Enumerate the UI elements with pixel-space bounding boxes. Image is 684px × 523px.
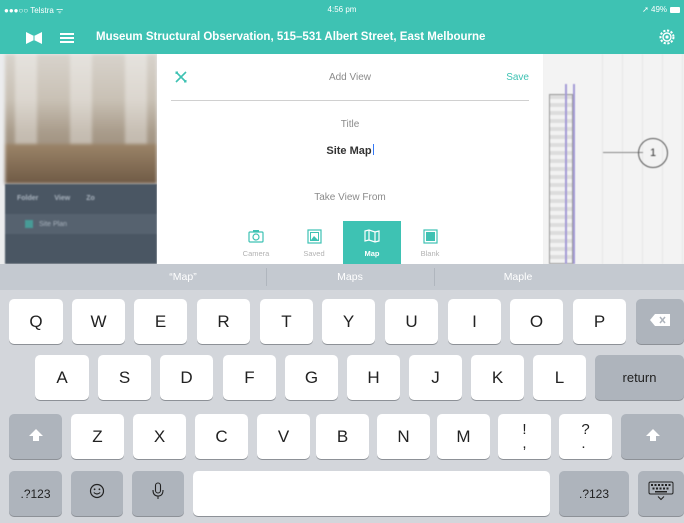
key-f[interactable]: F — [223, 355, 276, 400]
source-blank-label: Blank — [420, 249, 440, 258]
source-map-label: Map — [364, 249, 380, 258]
key-c[interactable]: C — [195, 414, 248, 459]
key-r[interactable]: R — [197, 299, 250, 344]
add-view-dialog: Add View Save Title Site Map Take View F… — [157, 54, 543, 264]
key-o[interactable]: O — [510, 299, 563, 344]
return-key[interactable]: return — [595, 355, 684, 400]
app-logo-icon[interactable] — [25, 30, 43, 50]
app-header: Museum Structural Observation, 515–531 A… — [0, 22, 684, 54]
key-m[interactable]: M — [437, 414, 490, 459]
hide-keyboard-key[interactable] — [638, 471, 684, 516]
key-v[interactable]: V — [257, 414, 310, 459]
title-input[interactable]: Site Map — [157, 144, 543, 157]
dictation-key[interactable] — [132, 471, 184, 516]
key-s[interactable]: S — [98, 355, 151, 400]
backspace-key[interactable] — [636, 299, 684, 344]
shift-right-key[interactable] — [621, 414, 684, 459]
key-n[interactable]: N — [377, 414, 430, 459]
source-saved-button[interactable]: Saved — [285, 221, 343, 264]
numbers-key-left[interactable]: .?123 — [9, 471, 62, 516]
numbers-key-right[interactable]: .?123 — [559, 471, 629, 516]
title-label: Title — [340, 119, 360, 130]
key-g[interactable]: G — [285, 355, 338, 400]
folder-row: Site Plan — [5, 214, 157, 234]
battery-status: ➚ 49% — [642, 5, 680, 14]
zoom-column-header: Zo — [86, 194, 95, 202]
plan-drawing: 1 — [543, 54, 684, 264]
key-k[interactable]: K — [471, 355, 524, 400]
key-p[interactable]: P — [573, 299, 626, 344]
key-z[interactable]: Z — [71, 414, 124, 459]
dialog-title: Add View — [328, 72, 372, 83]
key-y[interactable]: Y — [322, 299, 375, 344]
title-input-value: Site Map — [326, 145, 372, 157]
key-e[interactable]: E — [134, 299, 187, 344]
saved-image-icon — [306, 228, 322, 244]
emoji-icon — [89, 483, 105, 504]
key-t[interactable]: T — [260, 299, 313, 344]
page-title: Museum Structural Observation, 515–531 A… — [96, 31, 486, 43]
shift-icon — [645, 427, 661, 447]
shift-left-key[interactable] — [9, 414, 62, 459]
key-h[interactable]: H — [347, 355, 400, 400]
key-question-period[interactable]: ? . — [559, 414, 612, 459]
battery-icon — [670, 6, 680, 13]
key-i[interactable]: I — [448, 299, 501, 344]
source-saved-label: Saved — [303, 249, 325, 258]
plan-marker: 1 — [638, 138, 668, 168]
suggestion-literal[interactable]: “Map” — [100, 264, 266, 290]
keyboard-dismiss-icon — [648, 481, 674, 506]
key-d[interactable]: D — [160, 355, 213, 400]
source-camera-label: Camera — [242, 249, 270, 258]
key-q[interactable]: Q — [9, 299, 63, 344]
folder-row-label: Site Plan — [39, 220, 68, 228]
view-source-picker: Camera Saved Map Blank — [227, 221, 459, 264]
clock: 4:56 pm — [327, 5, 357, 14]
menu-icon[interactable] — [60, 31, 74, 49]
take-view-from-label: Take View From — [314, 192, 386, 203]
map-icon — [364, 228, 380, 244]
folder-column-header: Folder — [17, 194, 39, 202]
divider — [171, 100, 529, 101]
on-screen-keyboard: Q W E R T Y U I O P A S D F G H J K L re… — [0, 290, 684, 523]
key-x[interactable]: X — [133, 414, 186, 459]
suggestion-bar: “Map” Maps Maple — [0, 264, 684, 290]
settings-gear-icon[interactable] — [658, 28, 676, 51]
battery-percent: ➚ 49% — [642, 5, 667, 14]
folder-panel: Folder View Zo Site Plan — [5, 184, 157, 264]
camera-icon — [248, 228, 264, 244]
gallery-photo — [5, 54, 157, 184]
key-l[interactable]: L — [533, 355, 586, 400]
suggestion-maps[interactable]: Maps — [266, 264, 434, 290]
save-button[interactable]: Save — [506, 72, 529, 83]
key-j[interactable]: J — [409, 355, 462, 400]
source-blank-button[interactable]: Blank — [401, 221, 459, 264]
text-cursor — [372, 144, 374, 155]
key-w[interactable]: W — [72, 299, 125, 344]
microphone-icon — [152, 482, 164, 505]
backspace-icon — [649, 312, 671, 332]
key-exclaim-comma[interactable]: ! , — [498, 414, 551, 459]
source-camera-button[interactable]: Camera — [227, 221, 285, 264]
suggestion-maple[interactable]: Maple — [434, 264, 602, 290]
key-a[interactable]: A — [35, 355, 89, 400]
blank-page-icon — [422, 228, 438, 244]
view-column-header: View — [54, 194, 71, 202]
source-map-button[interactable]: Map — [343, 221, 401, 264]
folder-color-icon — [25, 220, 33, 228]
emoji-key[interactable] — [71, 471, 123, 516]
shift-icon — [28, 427, 44, 447]
status-bar: ●●●○○ Telstra ᯤ 4:56 pm ➚ 49% — [0, 0, 684, 22]
key-b[interactable]: B — [316, 414, 369, 459]
space-bar[interactable] — [193, 471, 550, 516]
key-u[interactable]: U — [385, 299, 438, 344]
